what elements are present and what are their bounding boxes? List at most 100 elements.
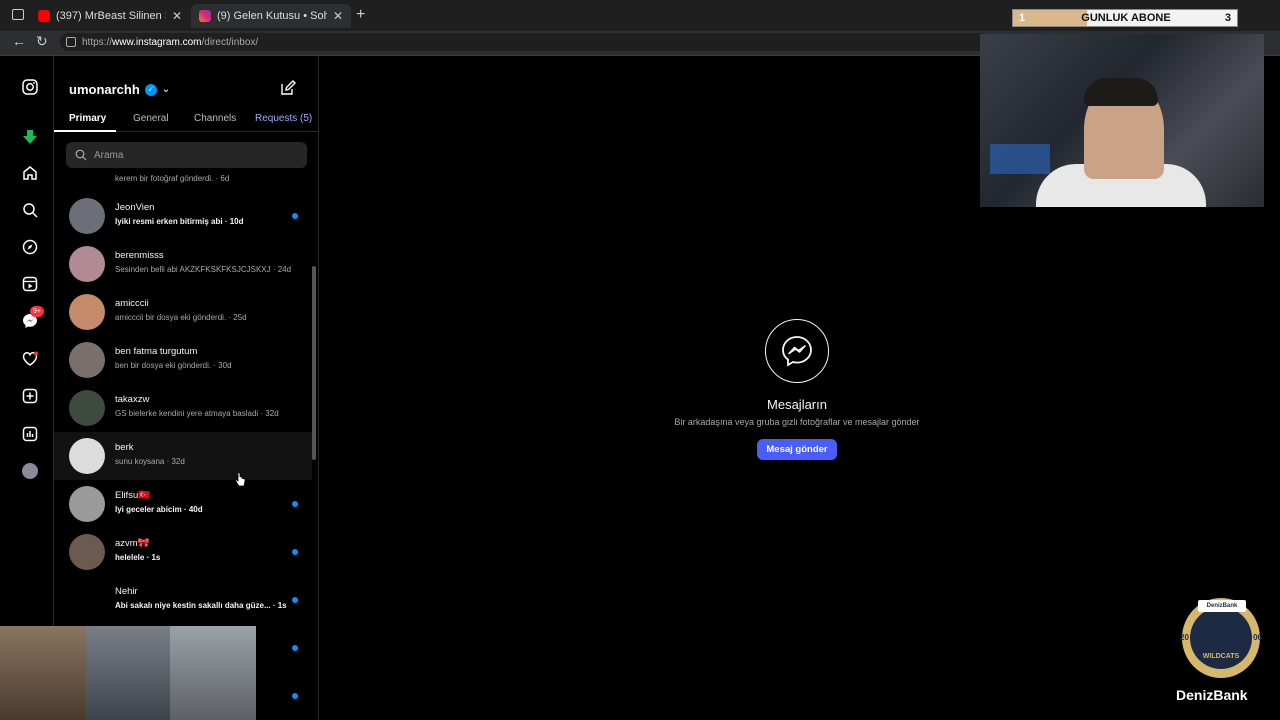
conversation-name: ben fatma turgutum (115, 346, 198, 357)
conversation-row[interactable]: berk sunu koysana · 32d (54, 432, 312, 480)
account-switcher[interactable]: umonarchh ✓ ⌄ (69, 82, 170, 97)
close-tab-icon[interactable]: ✕ (172, 9, 182, 23)
conversation-name: berenmisss (115, 250, 164, 261)
username: umonarchh (69, 82, 140, 97)
conversation-name: Nehir (115, 586, 138, 597)
conversation-preview: sunu koysana · 32d (115, 457, 185, 466)
url-prefix: https:// (82, 36, 113, 48)
conversation-name: JeonVien (115, 202, 155, 213)
conversation-name: azvm🎀 (115, 538, 150, 549)
sponsor-badge-text: DenizBank (1206, 603, 1238, 609)
conversation-row[interactable]: Nehir Abi sakalı niye kestin sakallı daha… (54, 576, 312, 624)
compose-icon[interactable] (280, 80, 296, 101)
conversation-row[interactable]: Elifsu🇹🇷 Iyi geceler abicim · 40d (54, 480, 312, 528)
download-icon[interactable] (20, 127, 40, 147)
instagram-icon (199, 10, 211, 22)
heart-icon[interactable] (20, 349, 40, 369)
conversation-name: Elifsu🇹🇷 (115, 490, 151, 501)
dashboard-icon[interactable] (20, 424, 40, 444)
unread-dot (292, 549, 298, 555)
conversation-row[interactable]: ben fatma turgutum ben bir dosya eki gönd… (54, 336, 312, 384)
tab-general[interactable]: General (133, 113, 169, 124)
avatar (69, 246, 105, 282)
guest-cameras (0, 626, 256, 720)
url-path: /direct/inbox/ (201, 36, 259, 48)
avatar (69, 438, 105, 474)
conversation-row[interactable]: takaxzw GS bielerke kendini yere atmaya b… (54, 384, 312, 432)
conversation-preview: Iyiki resmi erken bitirmiş abi · 10d (115, 217, 244, 226)
sub-goal-label: GUNLUK ABONE (1081, 12, 1171, 24)
chevron-down-icon: ⌄ (161, 84, 171, 95)
home-icon[interactable] (20, 163, 40, 183)
send-message-button[interactable]: Mesaj gönder (757, 439, 837, 460)
sub-goal-target: 3 (1224, 12, 1231, 24)
guest-camera-3 (170, 626, 256, 720)
logo-team: WILDCATS (1202, 653, 1240, 660)
search-icon[interactable] (20, 200, 40, 220)
conversation-row[interactable]: berenmisss Sesinden belli abi AKZKFKSKFKS… (54, 240, 312, 288)
avatar (69, 486, 105, 522)
mouse-cursor-icon (234, 472, 246, 493)
conversation-preview: Iyi geceler abicim · 40d (115, 505, 203, 514)
messenger-icon (765, 319, 829, 383)
site-info-icon[interactable] (66, 37, 76, 47)
profile-avatar[interactable] (20, 461, 40, 481)
nav-rail: 9+ (0, 56, 54, 720)
partial-preview: kerem bir fotoğraf gönderdi. · 6d (115, 174, 230, 183)
conversation-name: amicccii (115, 298, 149, 309)
empty-state-title: Mesajların (767, 397, 827, 412)
search-input[interactable]: Arama (66, 142, 307, 168)
conversation-name: berk (115, 442, 134, 453)
logo-year-b: 06 (1253, 633, 1262, 642)
search-icon (75, 149, 87, 161)
tab-instagram[interactable]: (9) Gelen Kutusu • Sohbetler ✕ (191, 4, 351, 28)
tab-primary[interactable]: Primary (69, 113, 106, 124)
avatar (69, 582, 105, 618)
url-domain: www.instagram.com (112, 36, 202, 48)
unread-dot (292, 597, 298, 603)
unread-dot (292, 693, 298, 699)
tab-overview-icon[interactable] (12, 9, 24, 20)
conversation-preview: helelele · 1s (115, 553, 161, 562)
unread-dot (292, 213, 298, 219)
scrollbar-thumb[interactable] (312, 266, 316, 460)
conversation-preview: GS bielerke kendini yere atmaya basladi … (115, 409, 279, 418)
sponsor-name: DenizBank (1176, 687, 1248, 703)
tab-title: (397) MrBeast Silinen Sahneler - Y (56, 10, 166, 22)
conversation-row[interactable]: JeonVien Iyiki resmi erken bitirmiş abi ·… (54, 192, 312, 240)
webcam-overlay (980, 34, 1264, 207)
unread-dot (292, 645, 298, 651)
verified-badge-icon: ✓ (144, 83, 157, 96)
conversation-preview: Abi sakalı niye kestin sakallı daha güze… (115, 601, 287, 610)
close-tab-icon[interactable]: ✕ (333, 9, 343, 23)
inbox-panel: umonarchh ✓ ⌄ Primary General Channels R… (54, 56, 319, 720)
tab-channels[interactable]: Channels (194, 113, 236, 124)
instagram-icon[interactable] (20, 77, 40, 97)
conversation-preview: Sesinden belli abi AKZKFKSKFKSJCJSKXJ · … (115, 265, 292, 274)
avatar (69, 294, 105, 330)
unread-dot (292, 501, 298, 507)
tab-title: (9) Gelen Kutusu • Sohbetler (217, 10, 327, 22)
tab-youtube[interactable]: (397) MrBeast Silinen Sahneler - Y ✕ (30, 4, 190, 28)
create-icon[interactable] (20, 386, 40, 406)
conversation-row[interactable]: azvm🎀 helelele · 1s (54, 528, 312, 576)
logo-year-a: 20 (1180, 633, 1189, 642)
youtube-icon (38, 10, 50, 22)
conversation-row[interactable]: amicccii amicccii bir dosya eki gönderdi.… (54, 288, 312, 336)
url-field[interactable]: https://www.instagram.com/direct/inbox/ (60, 33, 990, 51)
notification-badge: 9+ (30, 306, 44, 317)
conversation-name: takaxzw (115, 394, 150, 405)
reload-icon[interactable]: ↻ (36, 33, 48, 50)
tab-requests[interactable]: Requests (5) (255, 113, 312, 124)
guest-camera-2 (86, 626, 170, 720)
avatar (69, 534, 105, 570)
messenger-icon[interactable]: 9+ (20, 306, 44, 331)
compass-icon[interactable] (20, 237, 40, 257)
search-placeholder: Arama (94, 149, 124, 161)
conversation-preview: ben bir dosya eki gönderdi. · 30d (115, 361, 232, 370)
back-icon[interactable]: ← (12, 33, 26, 49)
guest-camera-1 (0, 626, 86, 720)
sponsor-tag: DenizBank (1198, 600, 1246, 612)
new-tab-icon[interactable]: + (356, 6, 365, 24)
reels-icon[interactable] (20, 274, 40, 294)
